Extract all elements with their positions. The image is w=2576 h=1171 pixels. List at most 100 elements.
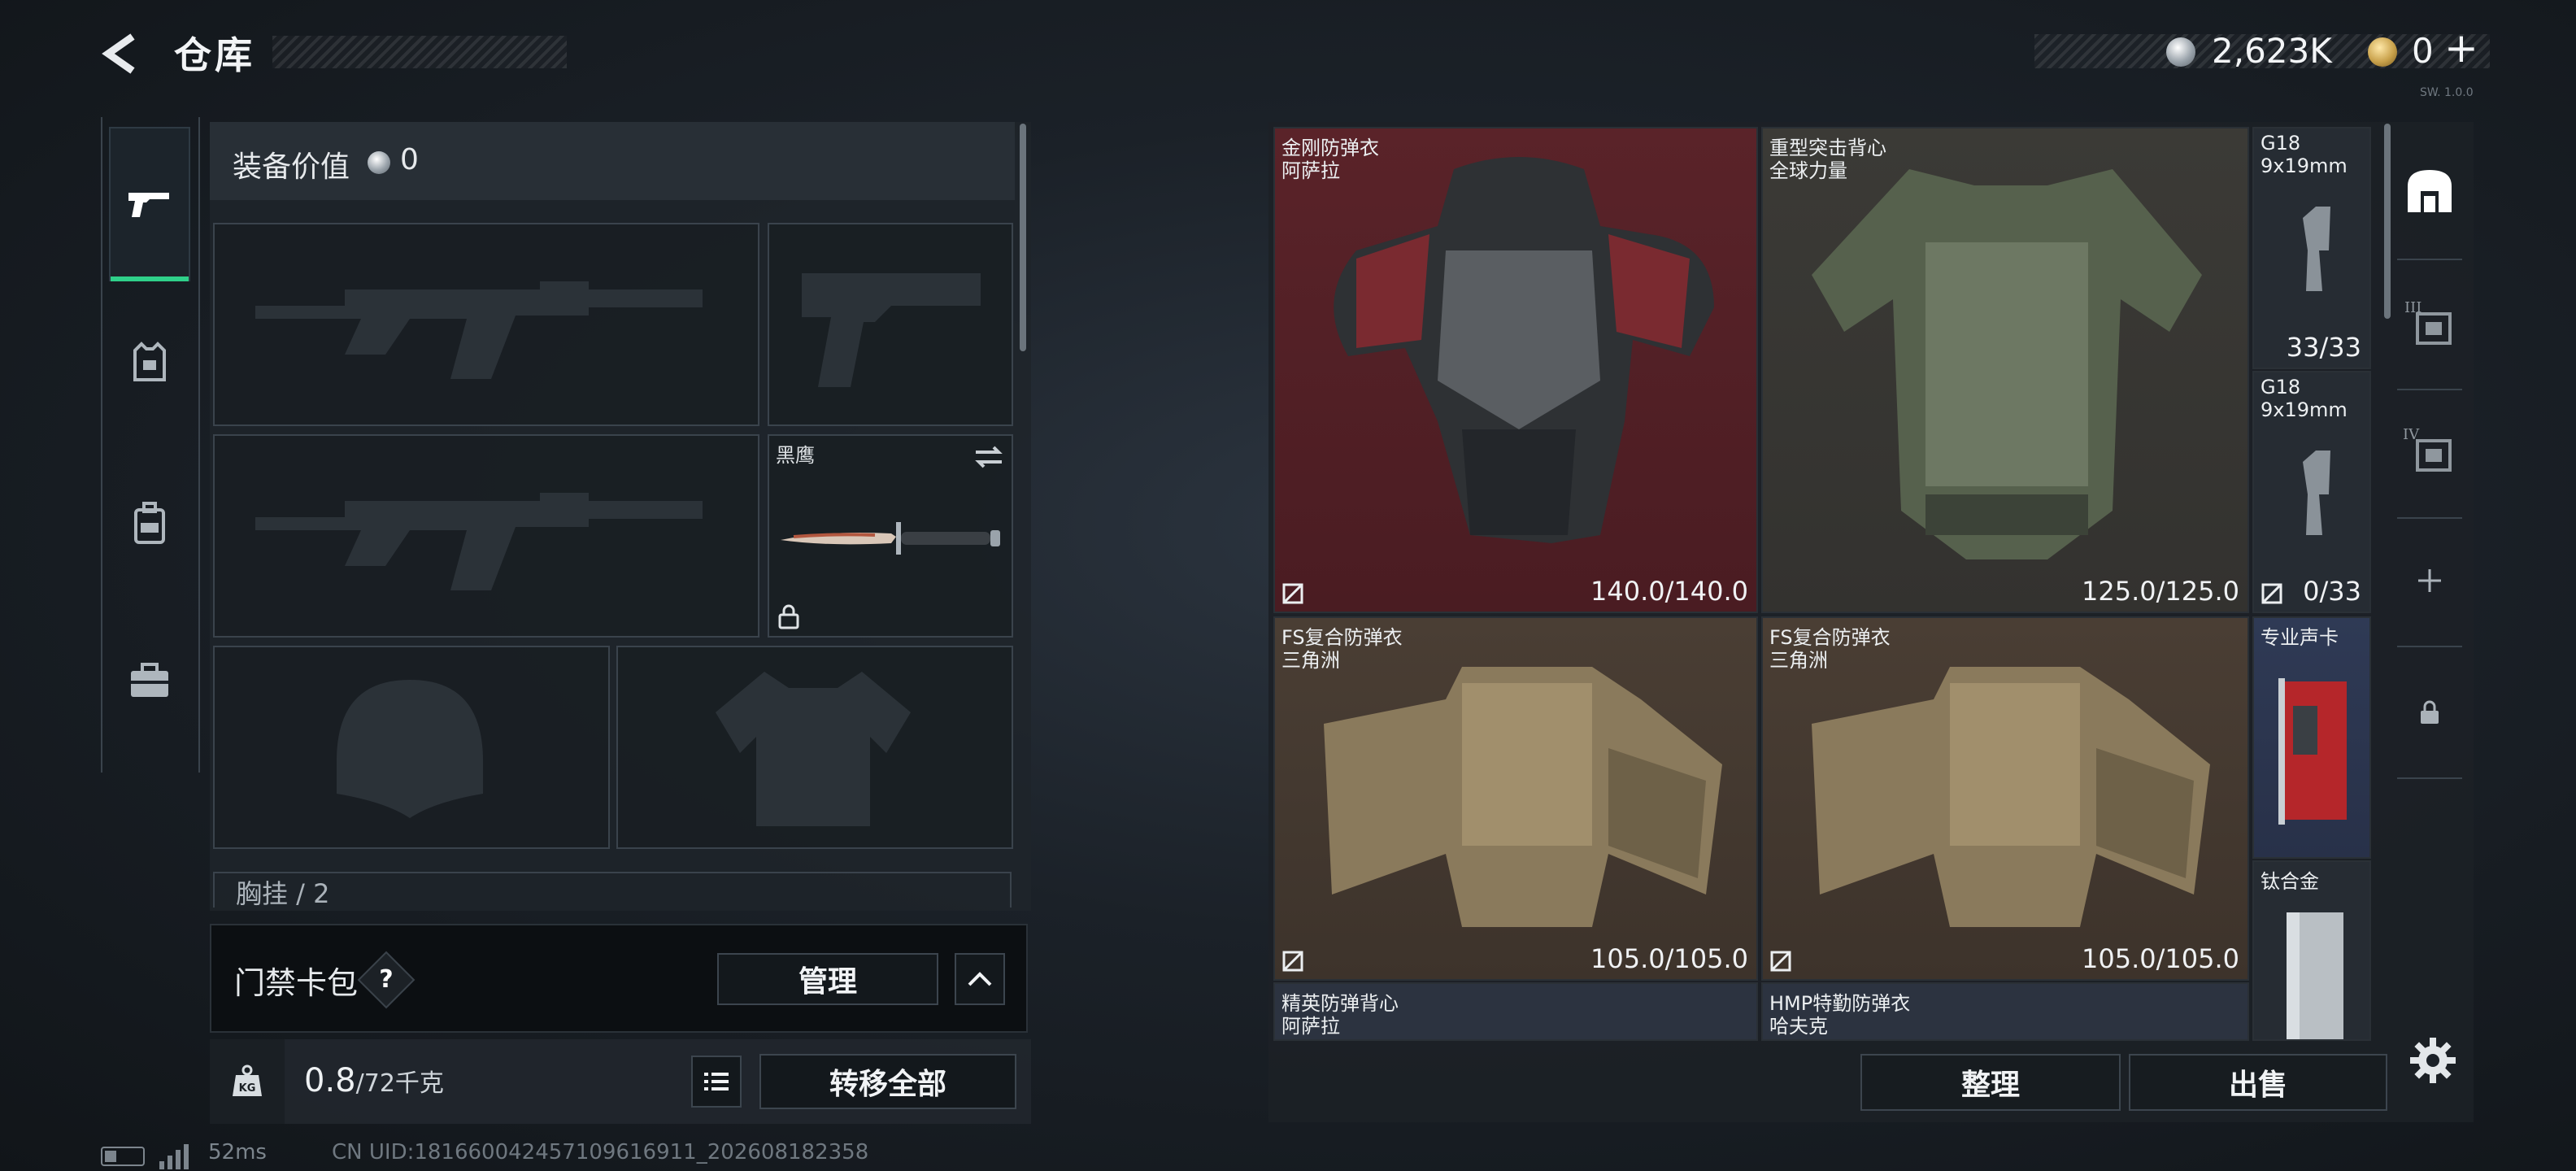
equipment-value: 0 [400,143,419,176]
pistol-icon [2303,207,2330,291]
manage-button[interactable]: 管理 [717,953,938,1005]
divider [2397,389,2462,390]
stash-item[interactable]: 金刚防弹衣 阿萨拉 140.0/140.0 [1273,127,1758,613]
svg-text:KG: KG [239,1082,256,1095]
weight-value: 0.8/72千克 [304,1062,444,1099]
tab-backpack[interactable] [109,483,190,564]
kg-weight-icon: KG [233,1064,262,1096]
backpack-icon [134,502,165,544]
stash-item[interactable]: G18 9x19mm 33/33 [2252,127,2371,369]
stash-level-4-icon: IV [2403,426,2452,472]
keycard-label: 门禁卡包 [234,965,359,1001]
stash-item[interactable]: 精英防弹背心 阿萨拉 [1273,982,1758,1041]
list-view-button[interactable] [691,1056,742,1108]
warehouse-icon [2408,170,2452,212]
battery-icon [101,1147,145,1166]
tab-case[interactable] [109,641,190,722]
add-stash-tab-button[interactable] [2387,550,2472,612]
item-ammo: 33/33 [2286,332,2361,363]
weight-current: 0.8 [304,1062,356,1099]
rifle-silhouette-icon [255,281,703,379]
item-ammo: 0/33 [2303,576,2361,607]
divider [2397,517,2462,519]
stash-tab-3[interactable]: III [2387,286,2472,359]
sort-button[interactable]: 整理 [1860,1054,2121,1111]
currency-primary-value: 2,623K [2212,31,2332,71]
silver-coin-icon [368,151,390,174]
add-currency-button[interactable]: + [2444,24,2478,72]
item-durability: 105.0/105.0 [1590,943,1748,974]
item-name: 钛合金 [2261,870,2319,893]
stash-item[interactable]: G18 9x19mm 0/33 [2252,371,2371,613]
rifle-silhouette-icon [255,493,703,590]
pistol-silhouette-icon [802,273,981,387]
ping-label: 52ms [208,1140,267,1164]
no-insurance-icon [2261,583,2282,604]
helmet-slot[interactable] [213,646,610,849]
plate-carrier-icon [1324,667,1722,927]
titanium-ingot-icon [2287,912,2343,1039]
secondary-weapon-slot[interactable] [213,434,759,638]
silver-coin-icon [2166,37,2195,67]
helmet-silhouette-icon [337,680,483,818]
armor-slot[interactable] [616,646,1013,849]
heavy-armor-icon [1334,157,1714,543]
sound-card-icon [2278,678,2347,825]
chevron-up-icon [968,972,992,986]
list-icon [704,1073,729,1090]
collapse-button[interactable] [955,953,1005,1005]
stash-tab-4[interactable]: IV [2387,413,2472,486]
version-label: SW. 1.0.0 [2420,86,2474,99]
weight-icon-box: KG [210,1039,285,1124]
stash-item[interactable]: FS复合防弹衣 三角洲 105.0/105.0 [1273,616,1758,981]
uid-label: CN UID:181660042457109616911_20260818235… [332,1140,869,1164]
stash-tab-main[interactable] [2387,151,2472,233]
knife-name: 黑鹰 [776,444,815,467]
item-subtitle: 哈夫克 [1769,1015,1828,1038]
weight-limit: /72千克 [355,1069,444,1098]
divider [2397,259,2462,260]
item-name: G18 [2261,376,2301,398]
gold-coin-icon [2368,37,2397,67]
pistol-slot[interactable] [768,223,1013,426]
plus-icon [2418,569,2441,592]
stash-item[interactable]: 重型突击背心 全球力量 125.0/125.0 [1761,127,2249,613]
no-insurance-icon [1282,951,1303,972]
item-name: G18 [2261,132,2301,155]
chest-rig-row[interactable]: 胸挂 / 2 [213,872,1012,908]
item-durability: 105.0/105.0 [2082,943,2239,974]
pistol-icon [2303,451,2330,535]
primary-weapon-slot[interactable] [213,223,759,426]
item-durability: 125.0/125.0 [2082,576,2239,607]
tab-vest[interactable] [109,322,190,403]
vest-icon [133,342,166,381]
sell-button[interactable]: 出售 [2129,1054,2387,1111]
lock-icon [2421,700,2439,724]
loadout-scrollbar[interactable] [1020,124,1026,351]
no-insurance-icon [1770,951,1791,972]
stash-level-3-icon: III [2404,299,2452,345]
back-button[interactable] [96,28,148,80]
pistol-icon [128,193,169,217]
stash-item[interactable]: 专业声卡 [2252,616,2371,859]
item-durability: 140.0/140.0 [1590,576,1748,607]
assault-vest-icon [1812,169,2202,559]
equipment-value-label: 装备价值 [233,150,350,184]
stash-item[interactable]: 钛合金 [2252,860,2371,1041]
transfer-all-button[interactable]: 转移全部 [759,1054,1016,1109]
stash-item[interactable]: FS复合防弹衣 三角洲 105.0/105.0 [1761,616,2249,981]
swap-icon[interactable] [973,442,1005,472]
item-subtitle: 9x19mm [2261,155,2348,177]
locked-stash-tab[interactable] [2387,681,2472,743]
tab-weapons[interactable] [109,127,190,281]
knife-icon [781,522,1000,555]
melee-slot[interactable]: 黑鹰 [768,434,1013,638]
item-subtitle: 9x19mm [2261,398,2348,421]
case-icon [131,663,168,697]
stash-item[interactable]: HMP特勤防弹衣 哈夫克 [1761,982,2249,1041]
page-title: 仓库 [174,33,255,77]
armor-silhouette-icon [716,672,911,826]
settings-gear-icon[interactable] [2407,1034,2459,1086]
lock-icon [778,604,799,629]
plate-carrier-icon [1812,667,2210,927]
